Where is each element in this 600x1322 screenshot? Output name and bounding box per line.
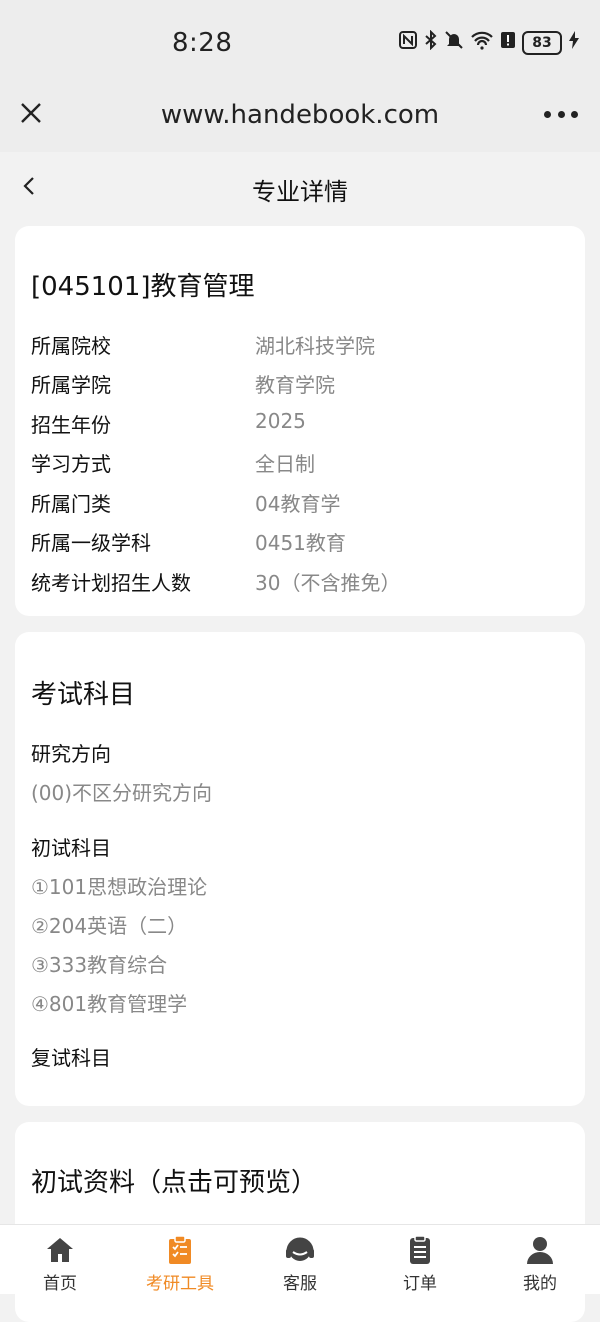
info-label: 招生年份 (31, 413, 111, 437)
page-title: 专业详情 (252, 178, 348, 206)
info-row: 所属一级学科 0451教育 (31, 527, 569, 557)
tab-mine[interactable]: 我的 (480, 1225, 600, 1294)
info-value: 教育学院 (255, 373, 335, 397)
retest-label: 复试科目 (31, 1046, 111, 1070)
tab-service[interactable]: 客服 (240, 1225, 360, 1294)
preliminary-subject: ②204英语（二） (31, 914, 188, 938)
status-bar: 8:28 83 (0, 0, 600, 80)
preliminary-label: 初试科目 (31, 836, 111, 860)
battery-icon: 83 (522, 30, 562, 55)
more-button[interactable] (544, 104, 578, 124)
nav-header: 专业详情 (0, 152, 600, 222)
research-direction-label: 研究方向 (31, 742, 111, 766)
info-row: 所属学院 教育学院 (31, 369, 569, 399)
info-label: 统考计划招生人数 (31, 571, 191, 595)
exam-subjects-card: 考试科目 研究方向 (00)不区分研究方向 初试科目 ①101思想政治理论 ②2… (15, 632, 585, 1106)
sim-alert-icon (500, 30, 516, 55)
headset-icon (286, 1237, 314, 1261)
info-row: 学习方式 全日制 (31, 448, 569, 478)
more-dot-icon (544, 110, 551, 118)
charging-icon (568, 30, 580, 55)
clipboard-icon (169, 1235, 191, 1264)
tab-home[interactable]: 首页 (0, 1225, 120, 1294)
mute-icon (444, 30, 464, 55)
tab-orders[interactable]: 订单 (360, 1225, 480, 1294)
info-value: 全日制 (255, 452, 315, 476)
info-row: 所属门类 04教育学 (31, 488, 569, 518)
bluetooth-icon (424, 29, 438, 55)
info-row: 招生年份 2025 (31, 409, 569, 439)
bottom-tab-bar: 首页 考研工具 客服 订单 我的 (0, 1224, 600, 1294)
more-dot-icon (571, 110, 578, 118)
materials-title: 初试资料（点击可预览） (31, 1168, 318, 1198)
user-icon (527, 1237, 553, 1264)
nfc-icon (398, 30, 418, 55)
research-direction-value: (00)不区分研究方向 (31, 781, 213, 805)
exam-section-title: 考试科目 (31, 680, 136, 710)
tab-label: 考研工具 (146, 1274, 214, 1294)
info-value: 30（不含推免） (255, 571, 401, 595)
info-value: 04教育学 (255, 492, 341, 516)
tab-label: 客服 (283, 1274, 317, 1294)
major-title: [045101]教育管理 (31, 272, 255, 302)
tab-label: 首页 (43, 1274, 77, 1294)
info-value: 0451教育 (255, 531, 346, 555)
home-icon (47, 1238, 73, 1262)
info-label: 学习方式 (31, 452, 111, 476)
info-label: 所属门类 (31, 492, 111, 516)
info-value: 湖北科技学院 (255, 334, 375, 358)
preliminary-subject: ①101思想政治理论 (31, 875, 208, 899)
tab-label: 我的 (523, 1274, 557, 1294)
tab-tools[interactable]: 考研工具 (120, 1225, 240, 1294)
preliminary-subject: ③333教育综合 (31, 953, 168, 977)
browser-bar: www.handebook.com (0, 80, 600, 152)
status-icons: 83 (398, 29, 580, 55)
info-value: 2025 (255, 409, 306, 433)
url-text: www.handebook.com (160, 100, 440, 130)
tab-label: 订单 (403, 1274, 437, 1294)
info-row: 所属院校 湖北科技学院 (31, 330, 569, 360)
more-dot-icon (557, 110, 565, 118)
status-time: 8:28 (172, 28, 233, 58)
major-info-card: [045101]教育管理 所属院校 湖北科技学院 所属学院 教育学院 招生年份 … (15, 226, 585, 616)
order-icon (410, 1235, 430, 1264)
info-label: 所属一级学科 (31, 531, 151, 555)
info-label: 所属学院 (31, 373, 111, 397)
info-label: 所属院校 (31, 334, 111, 358)
preliminary-subject: ④801教育管理学 (31, 992, 188, 1016)
info-row: 统考计划招生人数 30（不含推免） (31, 567, 569, 597)
wifi-icon (470, 30, 494, 55)
